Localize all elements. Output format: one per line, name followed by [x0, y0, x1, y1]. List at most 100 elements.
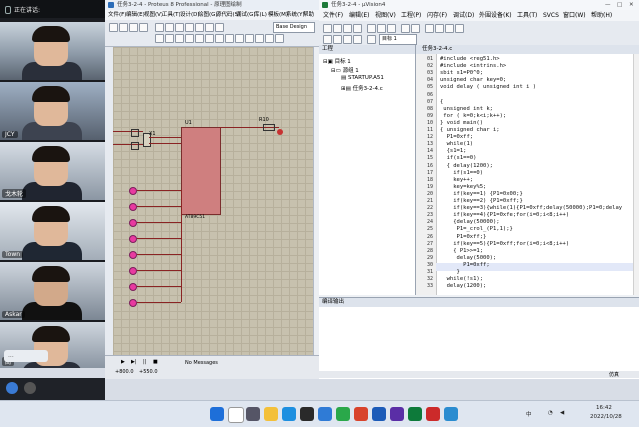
- mcu-chip[interactable]: [181, 127, 221, 215]
- bookmark-icon[interactable]: [425, 24, 434, 33]
- store-icon[interactable]: [300, 407, 314, 421]
- cut-icon[interactable]: [367, 24, 376, 33]
- minimize-button[interactable]: —: [605, 0, 611, 10]
- block-copy-icon[interactable]: [205, 34, 214, 43]
- editor-vscroll[interactable]: [633, 54, 639, 295]
- zoom-out-icon[interactable]: [205, 23, 214, 32]
- participant-tile[interactable]: Town: [0, 202, 105, 260]
- tree-node-target[interactable]: ⊟▣ 目标 1: [323, 57, 351, 65]
- zoom-fit-icon[interactable]: [215, 23, 224, 32]
- pan-icon[interactable]: [185, 23, 194, 32]
- menu-item[interactable]: 编辑(E): [349, 10, 369, 21]
- resistor-r10[interactable]: [263, 124, 275, 131]
- step-button[interactable]: ▶|: [131, 359, 137, 365]
- app2-icon[interactable]: [354, 407, 368, 421]
- capacitor-c2[interactable]: [131, 142, 139, 150]
- redo-icon[interactable]: [165, 34, 174, 43]
- menu-item[interactable]: 闪存(F): [427, 10, 447, 21]
- open-file-icon[interactable]: [333, 24, 342, 33]
- app4-icon[interactable]: [390, 407, 404, 421]
- save-all-icon[interactable]: [353, 24, 362, 33]
- menu-item[interactable]: 库(L): [254, 10, 267, 20]
- led-d7[interactable]: [129, 283, 137, 291]
- menu-item[interactable]: 调试(D): [453, 10, 474, 21]
- led-d1[interactable]: [129, 187, 137, 195]
- app3-icon[interactable]: [372, 407, 386, 421]
- menu-item[interactable]: 编辑(E): [126, 10, 145, 20]
- close-button[interactable]: ✕: [629, 0, 634, 10]
- participant-tile[interactable]: JCY: [0, 82, 105, 140]
- maximize-button[interactable]: □: [617, 0, 622, 10]
- menu-item[interactable]: 工具(T): [162, 10, 181, 20]
- menu-item[interactable]: 文件(F): [108, 10, 126, 20]
- menu-item[interactable]: 视图(V): [144, 10, 163, 20]
- led-d3[interactable]: [129, 219, 137, 227]
- find-icon[interactable]: [435, 24, 444, 33]
- outdent-icon[interactable]: [455, 24, 464, 33]
- camera-icon[interactable]: [24, 382, 36, 394]
- design-select[interactable]: Base Design: [273, 22, 315, 33]
- menu-item[interactable]: 文件(F): [323, 10, 343, 21]
- pick-device-icon[interactable]: [245, 34, 254, 43]
- copy-icon[interactable]: [185, 34, 194, 43]
- menu-item[interactable]: 帮助(H): [591, 10, 612, 21]
- mail-icon[interactable]: [318, 407, 332, 421]
- undo-icon[interactable]: [401, 24, 410, 33]
- clock-date[interactable]: 2022/10/28: [590, 414, 622, 420]
- led-d8[interactable]: [129, 299, 137, 307]
- paste-icon[interactable]: [387, 24, 396, 33]
- new-icon[interactable]: [109, 23, 118, 32]
- build-icon[interactable]: [333, 35, 342, 44]
- code-editor[interactable]: 任务3-2-4.c 01 02 03 04 05 06 07 08 09 10 11 12 13 14 15…: [416, 45, 639, 295]
- bom-icon[interactable]: [275, 34, 284, 43]
- new-file-icon[interactable]: [323, 24, 332, 33]
- menu-item[interactable]: 调试(G): [236, 10, 256, 20]
- participant-tile[interactable]: [0, 22, 105, 80]
- app7-icon[interactable]: [444, 407, 458, 421]
- clock-time[interactable]: 16:42: [596, 405, 612, 411]
- play-button[interactable]: ▶: [121, 359, 125, 365]
- block-delete-icon[interactable]: [235, 34, 244, 43]
- menu-item[interactable]: 绘图(G): [198, 10, 218, 20]
- save-file-icon[interactable]: [343, 24, 352, 33]
- pause-button[interactable]: ||: [143, 359, 146, 365]
- menu-item[interactable]: 窗口(W): [563, 10, 586, 21]
- tree-node-group[interactable]: ⊟▭ 源组 1: [331, 66, 359, 74]
- redo-icon[interactable]: [411, 24, 420, 33]
- zoom-in-icon[interactable]: [195, 23, 204, 32]
- netlist-icon[interactable]: [265, 34, 274, 43]
- make-device-icon[interactable]: [255, 34, 264, 43]
- volume-icon[interactable]: ◀: [560, 410, 564, 416]
- chat-bubble[interactable]: ...: [4, 350, 48, 362]
- led-d5[interactable]: [129, 251, 137, 259]
- schematic-canvas[interactable]: X1 U1 AT89C51 R10: [113, 47, 313, 355]
- language-indicator[interactable]: 中: [526, 410, 532, 418]
- menu-item[interactable]: 外围设备(K): [479, 10, 512, 21]
- block-rotate-icon[interactable]: [225, 34, 234, 43]
- home-icon[interactable]: [139, 23, 148, 32]
- options-icon[interactable]: [367, 35, 376, 44]
- menu-item[interactable]: 视图(V): [375, 10, 396, 21]
- menu-item[interactable]: 工具(T): [517, 10, 537, 21]
- menu-item[interactable]: 设计(D): [180, 10, 200, 20]
- stop-button[interactable]: ■: [153, 359, 158, 365]
- taskview-icon[interactable]: [246, 407, 260, 421]
- menu-item[interactable]: 系统(Y): [286, 10, 305, 20]
- translate-icon[interactable]: [323, 35, 332, 44]
- participant-tile[interactable]: 戈木轮: [0, 142, 105, 200]
- windows-icon[interactable]: [210, 407, 224, 421]
- wifi-icon[interactable]: ◔: [548, 410, 553, 416]
- copy-icon[interactable]: [377, 24, 386, 33]
- led-d4[interactable]: [129, 235, 137, 243]
- tree-node-file[interactable]: ⊞▤ 任务3-2-4.c: [341, 84, 383, 92]
- menu-item[interactable]: SVCS: [543, 10, 559, 21]
- refresh-icon[interactable]: [155, 23, 164, 32]
- save-icon[interactable]: [129, 23, 138, 32]
- participant-tile[interactable]: 高 ...: [0, 322, 105, 368]
- undo-icon[interactable]: [155, 34, 164, 43]
- tree-node-file[interactable]: ▤ STARTUP.A51: [341, 75, 384, 81]
- editor-tab[interactable]: 任务3-2-4.c: [416, 45, 639, 54]
- block-move-icon[interactable]: [215, 34, 224, 43]
- origin-icon[interactable]: [175, 23, 184, 32]
- edge-icon[interactable]: [282, 407, 296, 421]
